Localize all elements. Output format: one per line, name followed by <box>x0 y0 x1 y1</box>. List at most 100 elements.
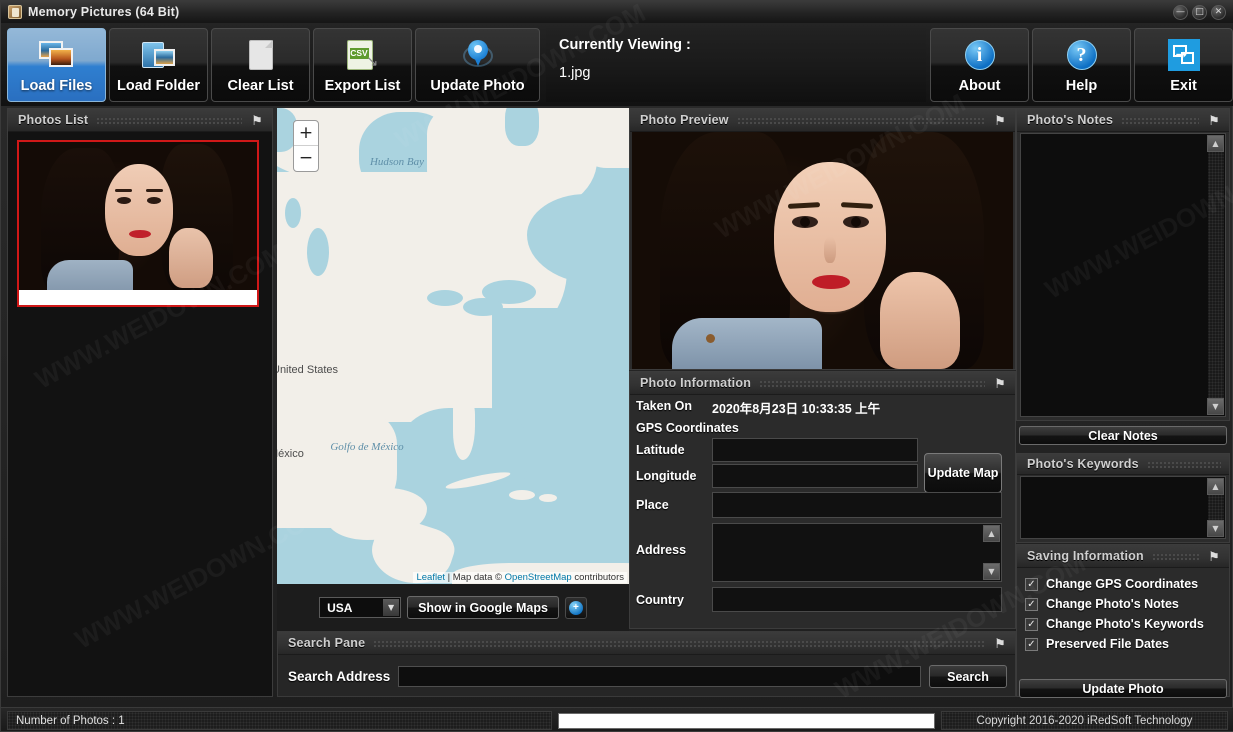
search-pane-title: Search Pane <box>288 636 366 650</box>
option-change-gps-coordinates[interactable]: ✓ Change GPS Coordinates <box>1025 577 1229 591</box>
status-bar: Number of Photos : 1 Copyright 2016-2020… <box>1 707 1233 731</box>
place-field[interactable] <box>712 492 1002 518</box>
help-button[interactable]: ? Help <box>1032 28 1131 102</box>
leaflet-map[interactable]: + − Hudson Bay United States México Golf… <box>277 108 629 584</box>
photos-keywords-textarea[interactable]: ▲ ▼ <box>1020 476 1226 539</box>
search-pane-header: Search Pane ⚑ <box>278 632 1015 655</box>
photos-keywords-header: Photo's Keywords <box>1017 454 1229 475</box>
pin-icon[interactable]: ⚑ <box>993 114 1007 127</box>
notes-scroll-down[interactable]: ▼ <box>1207 398 1224 415</box>
photos-list-panel: Photos List ⚑ <box>7 108 273 697</box>
option-preserved-file-dates[interactable]: ✓ Preserved File Dates <box>1025 637 1229 651</box>
pin-icon[interactable]: ⚑ <box>993 377 1007 390</box>
clear-list-button[interactable]: Clear List <box>211 28 310 102</box>
map-label-united-states: United States <box>277 364 339 376</box>
thumbnail-image <box>19 142 257 298</box>
search-button[interactable]: Search <box>929 665 1007 688</box>
pin-icon[interactable]: ⚑ <box>1207 114 1221 127</box>
latitude-field[interactable] <box>712 438 918 462</box>
magnifier-icon[interactable]: + <box>564 596 587 619</box>
load-files-button[interactable]: Load Files <box>7 28 106 102</box>
zoom-in-button[interactable]: + <box>294 121 318 146</box>
thumbnail-caption <box>19 290 257 305</box>
help-label: Help <box>1065 78 1098 94</box>
preview-image <box>632 132 1013 369</box>
header-dots <box>96 116 242 124</box>
currently-viewing-label: Currently Viewing : <box>559 37 691 53</box>
list-item[interactable] <box>17 140 259 307</box>
keywords-scroll-down[interactable]: ▼ <box>1207 520 1224 537</box>
option-label: Change Photo's Keywords <box>1046 617 1204 631</box>
photos-list-header: Photos List ⚑ <box>8 109 272 132</box>
clear-list-label: Clear List <box>227 78 294 94</box>
export-list-button[interactable]: CSV ↘ Export List <box>313 28 412 102</box>
photo-count-status: Number of Photos : 1 <box>7 711 552 730</box>
pin-icon[interactable]: ⚑ <box>1207 550 1221 563</box>
search-address-input[interactable] <box>398 666 921 687</box>
map-controls-bar: USA ▼ Show in Google Maps + <box>277 584 629 631</box>
checkbox-icon[interactable]: ✓ <box>1025 617 1038 631</box>
update-photo-button[interactable]: Update Photo <box>1019 679 1227 698</box>
map-panel[interactable]: + − Hudson Bay United States México Golf… <box>277 108 629 584</box>
exit-button[interactable]: ➞ Exit <box>1134 28 1233 102</box>
load-folder-button[interactable]: Load Folder <box>109 28 208 102</box>
option-change-photos-keywords[interactable]: ✓ Change Photo's Keywords <box>1025 617 1229 631</box>
attr-prefix: Map data © <box>452 572 505 583</box>
place-label: Place <box>636 498 669 512</box>
country-select-value: USA <box>327 600 353 615</box>
photos-list-body[interactable] <box>8 132 272 696</box>
longitude-field[interactable] <box>712 464 918 488</box>
update-map-button[interactable]: Update Map <box>924 453 1002 493</box>
header-dots <box>759 379 985 387</box>
header-dots <box>1146 460 1221 468</box>
search-pane-panel: Search Pane ⚑ Search Address Search <box>277 631 1016 697</box>
option-change-photos-notes[interactable]: ✓ Change Photo's Notes <box>1025 597 1229 611</box>
pin-icon[interactable]: ⚑ <box>250 114 264 127</box>
app-icon <box>8 5 22 19</box>
photo-information-panel: Photo Information ⚑ Taken On 2020年8月23日 … <box>629 371 1016 629</box>
zoom-out-button[interactable]: − <box>294 146 318 171</box>
chevron-down-icon[interactable]: ▼ <box>383 599 400 616</box>
checkbox-icon[interactable]: ✓ <box>1025 577 1038 591</box>
map-label-mexico: México <box>277 448 304 460</box>
country-select[interactable]: USA ▼ <box>319 597 402 618</box>
application-window: Memory Pictures (64 Bit) — □ ✕ Load File… <box>0 0 1233 732</box>
header-dots <box>1121 116 1199 124</box>
notes-scroll-up[interactable]: ▲ <box>1207 135 1224 152</box>
maximize-button[interactable]: □ <box>1192 5 1207 20</box>
photos-list-title: Photos List <box>18 113 89 127</box>
longitude-label: Longitude <box>636 469 697 483</box>
currently-viewing-filename: 1.jpg <box>559 65 591 81</box>
close-button[interactable]: ✕ <box>1211 5 1226 20</box>
country-label: Country <box>636 593 684 607</box>
country-field[interactable] <box>712 587 1002 612</box>
notes-scrollbar[interactable]: ▲ ▼ <box>1207 135 1224 415</box>
photos-notes-header: Photo's Notes ⚑ <box>1017 109 1229 132</box>
address-scroll-up[interactable]: ▲ <box>983 525 1000 542</box>
openstreetmap-link[interactable]: OpenStreetMap <box>505 572 572 583</box>
title-bar: Memory Pictures (64 Bit) — □ ✕ <box>1 1 1233 23</box>
minimize-button[interactable]: — <box>1173 5 1188 20</box>
info-icon: i <box>964 38 995 72</box>
saving-options-list: ✓ Change GPS Coordinates ✓ Change Photo'… <box>1017 577 1229 651</box>
photos-notes-textarea[interactable]: ▲ ▼ <box>1020 133 1226 417</box>
show-in-google-maps-button[interactable]: Show in Google Maps <box>407 596 559 619</box>
checkbox-icon[interactable]: ✓ <box>1025 597 1038 611</box>
checkbox-icon[interactable]: ✓ <box>1025 637 1038 651</box>
header-dots <box>736 116 985 124</box>
address-field[interactable]: ▲ ▼ <box>712 523 1002 582</box>
saving-information-title: Saving Information <box>1027 549 1144 563</box>
load-folder-label: Load Folder <box>117 78 200 94</box>
update-photo-toolbar-button[interactable]: Update Photo <box>415 28 540 102</box>
photo-preview-panel: Photo Preview ⚑ <box>629 108 1016 370</box>
address-scroll-down[interactable]: ▼ <box>983 563 1000 580</box>
clear-notes-button[interactable]: Clear Notes <box>1019 426 1227 445</box>
leaflet-link[interactable]: Leaflet <box>416 572 445 583</box>
map-zoom-control[interactable]: + − <box>293 120 319 172</box>
update-photo-toolbar-label: Update Photo <box>430 78 525 94</box>
keywords-scroll-up[interactable]: ▲ <box>1207 478 1224 495</box>
keywords-scrollbar[interactable]: ▲ ▼ <box>1207 478 1224 537</box>
map-pin-icon <box>462 38 493 72</box>
about-button[interactable]: i About <box>930 28 1029 102</box>
pin-icon[interactable]: ⚑ <box>993 637 1007 650</box>
